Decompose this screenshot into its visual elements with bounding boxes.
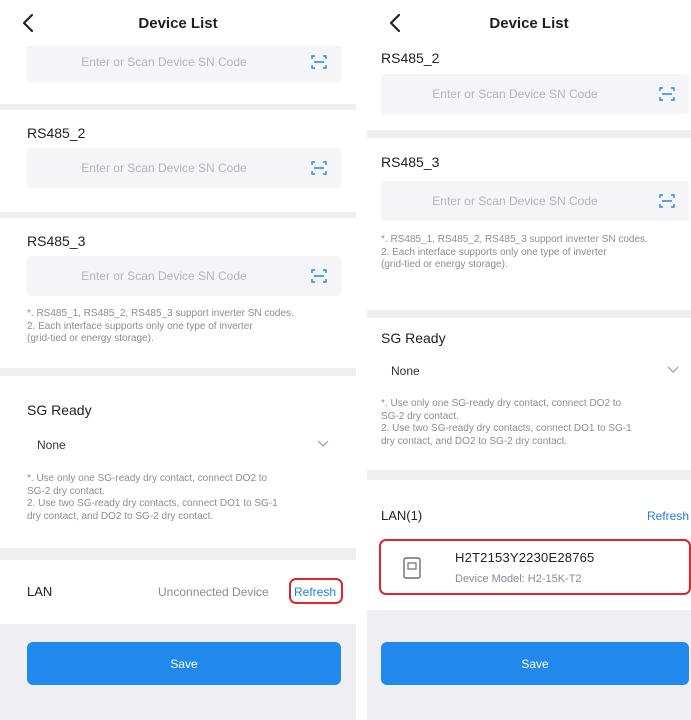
back-button[interactable] [16, 9, 40, 37]
rs485-note: *. RS485_1, RS485_2, RS485_3 support inv… [381, 234, 648, 270]
nav-header: Device List [0, 0, 356, 46]
rs485-1-card: Enter or Scan Device SN Code [0, 42, 356, 104]
rs485-2-card: RS485_2 Enter or Scan Device SN Code [367, 46, 691, 130]
lan-label: LAN [27, 584, 53, 599]
sn-input[interactable]: Enter or Scan Device SN Code [27, 42, 341, 82]
back-chevron-icon [22, 13, 34, 33]
rs485-3-label: RS485_3 [381, 154, 440, 170]
lan-card: LAN Unconnected Device Refresh [0, 560, 356, 624]
nav-header: Device List [367, 0, 691, 46]
sg-ready-note: *. Use only one SG-ready dry contact, co… [381, 398, 632, 447]
sg-ready-select[interactable]: None [391, 354, 679, 388]
rs485-2-label: RS485_2 [381, 50, 440, 66]
sg-ready-label: SG Ready [381, 330, 446, 346]
rs485-3-card: RS485_3 Enter or Scan Device SN Code *. … [367, 138, 691, 310]
rs485-3-card: RS485_3 Enter or Scan Device SN Code *. … [0, 218, 356, 368]
sg-ready-label: SG Ready [27, 402, 92, 418]
rs485-2-input[interactable]: Enter or Scan Device SN Code [27, 148, 341, 188]
page-title: Device List [138, 14, 218, 32]
chevron-down-icon [667, 366, 679, 373]
sg-ready-card: SG Ready None *. Use only one SG-ready d… [0, 376, 356, 548]
left-screen: Device List Enter or Scan Device SN Code… [0, 0, 356, 720]
scan-icon[interactable] [659, 86, 675, 102]
save-button[interactable]: Save [27, 642, 341, 685]
lan-card: LAN(1) Refresh H2T2153Y2230E28765 Device… [367, 480, 691, 610]
chevron-down-icon [317, 440, 329, 447]
scan-icon[interactable] [311, 54, 327, 70]
rs485-3-input[interactable]: Enter or Scan Device SN Code [27, 256, 341, 296]
rs485-note: *. RS485_1, RS485_2, RS485_3 support inv… [27, 308, 294, 344]
rs485-2-input[interactable]: Enter or Scan Device SN Code [381, 74, 689, 114]
scan-icon[interactable] [311, 160, 327, 176]
page-title: Device List [489, 14, 569, 32]
scan-icon[interactable] [311, 268, 327, 284]
right-screen: Device List RS485_2 Enter or Scan Device… [367, 0, 691, 720]
rs485-2-card: RS485_2 Enter or Scan Device SN Code [0, 110, 356, 212]
comparison-screenshot: Device List Enter or Scan Device SN Code… [0, 0, 691, 720]
back-button[interactable] [383, 9, 407, 37]
refresh-button[interactable]: Refresh [647, 509, 689, 523]
rs485-2-label: RS485_2 [27, 125, 86, 141]
back-chevron-icon [389, 13, 401, 33]
sg-ready-note: *. Use only one SG-ready dry contact, co… [27, 473, 278, 522]
rs485-3-input[interactable]: Enter or Scan Device SN Code [381, 181, 689, 221]
refresh-highlight [289, 578, 343, 604]
rs485-3-label: RS485_3 [27, 233, 86, 249]
screen-divider [357, 0, 367, 720]
lan-label: LAN(1) [381, 508, 423, 523]
sg-ready-card: SG Ready None *. Use only one SG-ready d… [367, 318, 691, 470]
scan-icon[interactable] [659, 193, 675, 209]
save-button[interactable]: Save [381, 642, 689, 685]
sg-ready-select[interactable]: None [37, 428, 329, 462]
lan-status: Unconnected Device [158, 585, 269, 599]
device-highlight [379, 539, 691, 595]
